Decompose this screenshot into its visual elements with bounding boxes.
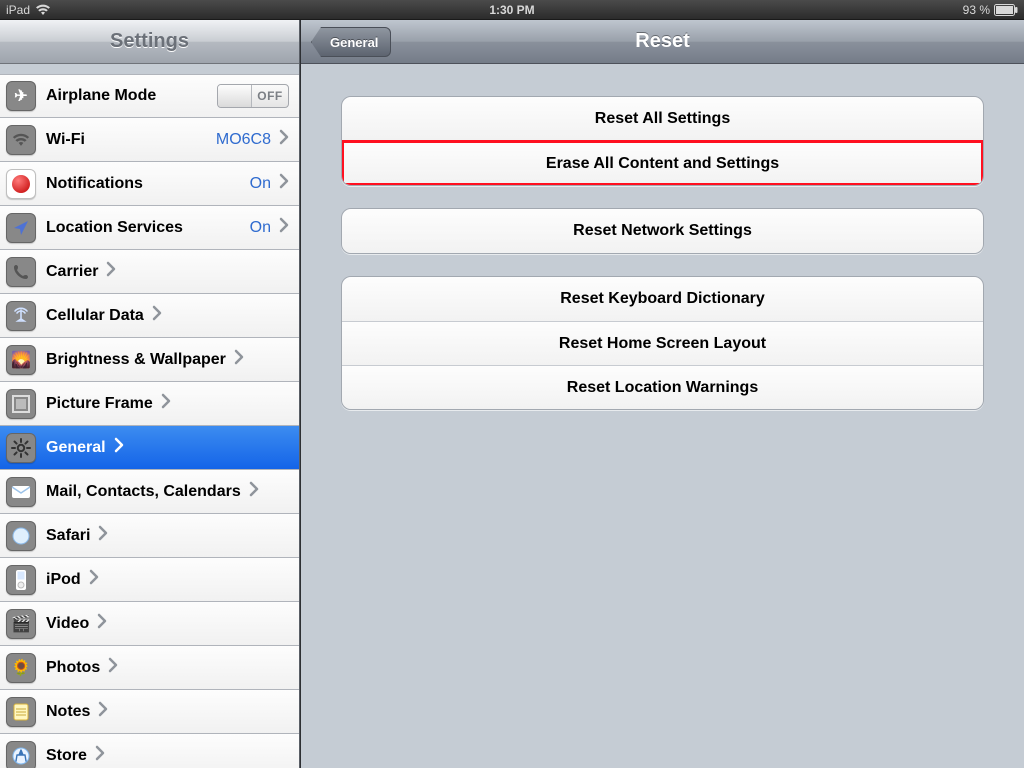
- photos-icon: 🌻: [6, 653, 36, 683]
- chevron-right-icon: [249, 482, 259, 501]
- mail-icon: [6, 477, 36, 507]
- detail-title: Reset: [635, 30, 689, 53]
- reset-keyboard-dictionary-button[interactable]: Reset Keyboard Dictionary: [342, 277, 983, 321]
- chevron-right-icon: [161, 394, 171, 413]
- wifi-network-value: MO6C8: [216, 131, 271, 149]
- airplane-mode-toggle[interactable]: OFF: [217, 84, 289, 108]
- chevron-right-icon: [98, 526, 108, 545]
- airplane-icon: ✈: [6, 81, 36, 111]
- reset-home-screen-layout-button[interactable]: Reset Home Screen Layout: [342, 321, 983, 365]
- sidebar-item-photos[interactable]: 🌻 Photos: [0, 646, 299, 690]
- video-icon: 🎬: [6, 609, 36, 639]
- sidebar-item-label: Video: [46, 615, 89, 633]
- sidebar-item-label: Picture Frame: [46, 395, 153, 413]
- wifi-settings-icon: [6, 125, 36, 155]
- cellular-icon: [6, 301, 36, 331]
- sidebar-item-location-services[interactable]: Location Services On: [0, 206, 299, 250]
- sidebar-item-safari[interactable]: Safari: [0, 514, 299, 558]
- device-label: iPad: [6, 3, 30, 17]
- chevron-right-icon: [98, 702, 108, 721]
- sidebar-item-label: Brightness & Wallpaper: [46, 351, 226, 369]
- sidebar-item-store[interactable]: Store: [0, 734, 299, 768]
- clock: 1:30 PM: [489, 3, 534, 17]
- sidebar-item-airplane-mode[interactable]: ✈ Airplane Mode OFF: [0, 74, 299, 118]
- ipod-icon: [6, 565, 36, 595]
- safari-icon: [6, 521, 36, 551]
- phone-icon: [6, 257, 36, 287]
- location-value: On: [250, 219, 271, 237]
- reset-location-warnings-button[interactable]: Reset Location Warnings: [342, 365, 983, 409]
- sidebar-item-label: Store: [46, 747, 87, 765]
- sidebar-item-label: Mail, Contacts, Calendars: [46, 483, 241, 501]
- sidebar-item-picture-frame[interactable]: Picture Frame: [0, 382, 299, 426]
- notifications-icon: [6, 169, 36, 199]
- sidebar-item-notes[interactable]: Notes: [0, 690, 299, 734]
- sidebar-item-notifications[interactable]: Notifications On: [0, 162, 299, 206]
- chevron-right-icon: [152, 306, 162, 325]
- settings-list: ✈ Airplane Mode OFF Wi-Fi MO6C8: [0, 64, 299, 768]
- reset-all-settings-button[interactable]: Reset All Settings: [342, 97, 983, 141]
- sidebar-item-wifi[interactable]: Wi-Fi MO6C8: [0, 118, 299, 162]
- sidebar-item-brightness-wallpaper[interactable]: 🌄 Brightness & Wallpaper: [0, 338, 299, 382]
- sidebar-item-label: Location Services: [46, 219, 183, 237]
- sidebar-item-video[interactable]: 🎬 Video: [0, 602, 299, 646]
- sidebar-item-label: Safari: [46, 527, 90, 545]
- chevron-right-icon: [234, 350, 244, 369]
- sidebar-item-label: Cellular Data: [46, 307, 144, 325]
- sidebar-item-label: Notifications: [46, 175, 143, 193]
- sidebar-item-cellular-data[interactable]: Cellular Data: [0, 294, 299, 338]
- chevron-right-icon: [114, 438, 124, 457]
- chevron-right-icon: [279, 174, 289, 193]
- status-bar: iPad 1:30 PM 93 %: [0, 0, 1024, 20]
- back-button[interactable]: General: [311, 27, 391, 57]
- detail-pane: General Reset Reset All Settings Erase A…: [300, 20, 1024, 768]
- battery-pct: 93 %: [963, 3, 990, 17]
- sidebar-item-mail-contacts-calendars[interactable]: Mail, Contacts, Calendars: [0, 470, 299, 514]
- sidebar-item-carrier[interactable]: Carrier: [0, 250, 299, 294]
- picture-frame-icon: [6, 389, 36, 419]
- settings-sidebar: Settings ✈ Airplane Mode OFF Wi-Fi MO6C8: [0, 20, 300, 768]
- reset-group-1: Reset All Settings Erase All Content and…: [341, 96, 984, 186]
- reset-group-2: Reset Network Settings: [341, 208, 984, 254]
- chevron-right-icon: [106, 262, 116, 281]
- detail-body: Reset All Settings Erase All Content and…: [301, 64, 1024, 768]
- sidebar-item-label: Photos: [46, 659, 100, 677]
- sidebar-item-general[interactable]: General: [0, 426, 299, 470]
- sidebar-item-label: Wi-Fi: [46, 131, 85, 149]
- chevron-right-icon: [279, 130, 289, 149]
- sidebar-title: Settings: [0, 20, 299, 64]
- sidebar-item-label: iPod: [46, 571, 81, 589]
- gear-icon: [6, 433, 36, 463]
- sidebar-item-label: General: [46, 439, 106, 457]
- reset-group-3: Reset Keyboard Dictionary Reset Home Scr…: [341, 276, 984, 410]
- battery-icon: [994, 4, 1018, 16]
- erase-all-content-button[interactable]: Erase All Content and Settings: [342, 141, 983, 185]
- chevron-right-icon: [89, 570, 99, 589]
- sidebar-item-ipod[interactable]: iPod: [0, 558, 299, 602]
- chevron-right-icon: [108, 658, 118, 677]
- wallpaper-icon: 🌄: [6, 345, 36, 375]
- sidebar-item-label: Notes: [46, 703, 90, 721]
- detail-titlebar: General Reset: [301, 20, 1024, 64]
- notes-icon: [6, 697, 36, 727]
- wifi-icon: [36, 4, 50, 16]
- notifications-value: On: [250, 175, 271, 193]
- chevron-right-icon: [97, 614, 107, 633]
- store-icon: [6, 741, 36, 768]
- reset-network-settings-button[interactable]: Reset Network Settings: [342, 209, 983, 253]
- chevron-right-icon: [279, 218, 289, 237]
- sidebar-item-label: Airplane Mode: [46, 87, 156, 105]
- chevron-right-icon: [95, 746, 105, 765]
- location-icon: [6, 213, 36, 243]
- sidebar-item-label: Carrier: [46, 263, 98, 281]
